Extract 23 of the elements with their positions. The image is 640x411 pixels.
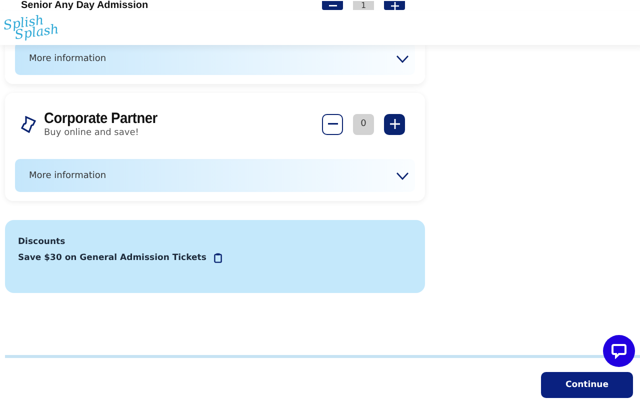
minus-icon (328, 123, 338, 125)
ticket-title: Senior Any Day Admission (21, 0, 150, 11)
chat-button[interactable] (603, 335, 635, 367)
clipboard-icon[interactable] (214, 253, 222, 263)
ticket-icon (21, 116, 36, 132)
discount-text: Save $30 on General Admission Tickets (18, 253, 206, 263)
continue-button[interactable]: Continue (541, 372, 633, 398)
quantity-value: 0 (353, 114, 374, 134)
more-information-toggle[interactable]: More information (15, 159, 415, 192)
quantity-value: 1 (353, 1, 374, 10)
chat-bubble-icon (611, 343, 627, 359)
increase-button[interactable] (384, 1, 405, 10)
decrease-button[interactable] (322, 114, 343, 134)
ticket-subtitle: Buy online and save! (44, 128, 140, 138)
increase-button[interactable] (384, 114, 405, 134)
decrease-button[interactable] (322, 1, 343, 10)
ticket-title: Corporate Partner (44, 110, 158, 127)
chevron-down-icon (396, 54, 409, 62)
chevron-down-icon (396, 172, 409, 180)
more-information-toggle[interactable]: More information (15, 42, 415, 75)
plus-icon (390, 119, 400, 129)
minus-icon (328, 4, 336, 6)
discounts-title: Discounts (18, 237, 66, 247)
